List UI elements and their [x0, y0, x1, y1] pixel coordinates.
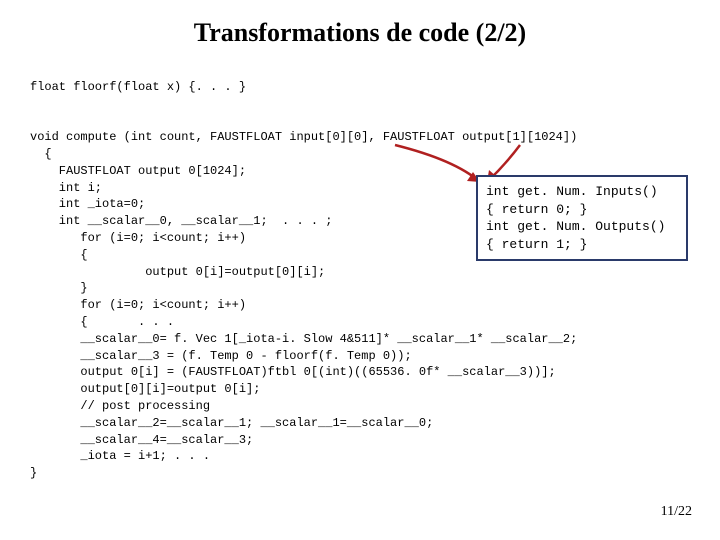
slide-title: Transformations de code (2/2) — [0, 0, 720, 48]
code-line: { . . . — [30, 315, 174, 329]
code-block: float floorf(float x) {. . . } void comp… — [30, 62, 710, 482]
code-line: { — [30, 248, 88, 262]
page-number: 11/22 — [661, 504, 692, 520]
code-line: } — [30, 466, 37, 480]
side-code-line: { return 1; } — [486, 236, 678, 254]
code-line: for (i=0; i<count; i++) — [30, 298, 246, 312]
code-line: _iota = i+1; . . . — [30, 449, 210, 463]
side-code-line: int get. Num. Inputs() — [486, 183, 678, 201]
code-line: int __scalar__0, __scalar__1; . . . ; — [30, 214, 332, 228]
code-line: int i; — [30, 181, 102, 195]
side-code-line: { return 0; } — [486, 201, 678, 219]
code-line: // post processing — [30, 399, 210, 413]
code-line: { — [30, 147, 52, 161]
code-line: void compute (int count, FAUSTFLOAT inpu… — [30, 130, 577, 144]
code-line: output[0][i]=output 0[i]; — [30, 382, 260, 396]
code-line: __scalar__3 = (f. Temp 0 - floorf(f. Tem… — [30, 349, 412, 363]
code-line: } — [30, 281, 88, 295]
code-line: float floorf(float x) {. . . } — [30, 80, 246, 94]
code-line: __scalar__0= f. Vec 1[_iota-i. Slow 4&51… — [30, 332, 577, 346]
side-code-box: int get. Num. Inputs() { return 0; } int… — [476, 175, 688, 261]
code-line: __scalar__2=__scalar__1; __scalar__1=__s… — [30, 416, 433, 430]
code-line: int _iota=0; — [30, 197, 145, 211]
code-line: FAUSTFLOAT output 0[1024]; — [30, 164, 246, 178]
code-line: output 0[i] = (FAUSTFLOAT)ftbl 0[(int)((… — [30, 365, 556, 379]
code-line: __scalar__4=__scalar__3; — [30, 433, 253, 447]
code-line: for (i=0; i<count; i++) — [30, 231, 246, 245]
code-line: output 0[i]=output[0][i]; — [30, 265, 325, 279]
side-code-line: int get. Num. Outputs() — [486, 218, 678, 236]
